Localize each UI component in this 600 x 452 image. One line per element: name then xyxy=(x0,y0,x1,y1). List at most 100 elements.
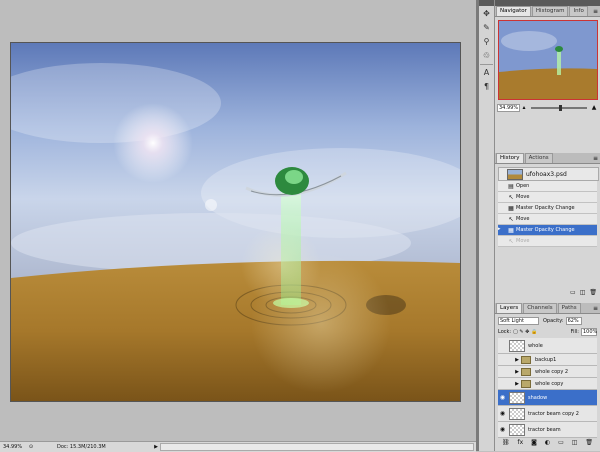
history-list: ▤ Open ↖ Move ▦ Master Opacity Change ↖ Move… xyxy=(498,181,597,247)
layer-name: whole copy xyxy=(535,380,564,387)
move-icon: ↖ xyxy=(508,237,514,245)
layer-name: shadow xyxy=(528,394,548,401)
layer-thumbnail xyxy=(509,391,525,404)
move-tool-icon[interactable]: ✥ xyxy=(481,8,492,19)
folder-icon[interactable]: ▭ xyxy=(558,439,564,449)
layers-footer: ⛓ fx ◙ ◐ ▭ ◫ 🗑 xyxy=(498,439,597,449)
history-panel: History Actions ≡ ufohoax3.psd ▤ Open ↖ Mo… xyxy=(495,153,600,301)
layers-panel: Layers Channels Paths ≡ Soft Light Opaci… xyxy=(495,303,600,451)
snapshot-label: ufohoax3.psd xyxy=(526,170,567,178)
lock-label: Lock: xyxy=(498,328,512,335)
opacity-label: Opacity: xyxy=(543,317,564,324)
navigator-thumbnail xyxy=(499,21,597,99)
tab-paths[interactable]: Paths xyxy=(557,303,581,313)
panel-menu-icon[interactable]: ≡ xyxy=(591,7,600,16)
history-snapshot[interactable]: ufohoax3.psd xyxy=(498,167,599,181)
document-workspace xyxy=(0,0,476,441)
layer-row[interactable]: ◉ tractor beam xyxy=(498,422,597,438)
history-state-marker-icon: ▸ xyxy=(498,226,501,232)
type-tool-icon[interactable]: A xyxy=(481,67,492,78)
zoom-out-icon[interactable]: ▴ xyxy=(520,104,528,111)
paragraph-icon[interactable]: ¶ xyxy=(481,81,492,92)
history-item[interactable]: ↖ Move xyxy=(498,236,597,247)
history-footer: ▭ ◫ 🗑 xyxy=(498,289,597,298)
zoom-slider[interactable] xyxy=(531,104,587,111)
tab-layers[interactable]: Layers xyxy=(496,303,523,313)
mask-icon[interactable]: ◙ xyxy=(531,439,537,449)
layer-row[interactable]: ◉ tractor beam copy 2 xyxy=(498,406,597,422)
tab-channels[interactable]: Channels xyxy=(523,303,557,313)
history-item[interactable]: ↖ Move xyxy=(498,214,597,225)
layer-row[interactable]: ◉ shadow xyxy=(498,390,597,406)
tab-history[interactable]: History xyxy=(496,153,524,163)
move-icon: ↖ xyxy=(508,193,514,201)
zoom-slider-knob[interactable] xyxy=(559,104,562,111)
fx-icon[interactable]: fx xyxy=(518,439,524,449)
panel-menu-icon[interactable]: ≡ xyxy=(591,304,600,313)
trash-icon[interactable]: 🗑 xyxy=(589,289,597,298)
brush-icon[interactable]: ✎ xyxy=(481,22,492,33)
layer-options: Soft Light Opacity: 62% xyxy=(498,316,597,325)
expand-arrow-icon[interactable]: ▶ xyxy=(513,381,521,387)
clone-stamp-icon[interactable]: ⚲ xyxy=(481,36,492,47)
navigator-tabs: Navigator Histogram Info ≡ xyxy=(495,6,600,17)
layer-list: whole ▶ backup1 ▶ whole copy 2 ▶ whole c… xyxy=(498,338,597,438)
layer-row[interactable]: whole xyxy=(498,338,597,354)
history-item[interactable]: ▸ ▦ Master Opacity Change xyxy=(498,225,597,236)
document-canvas[interactable] xyxy=(10,42,461,402)
history-item[interactable]: ↖ Move xyxy=(498,192,597,203)
tab-navigator[interactable]: Navigator xyxy=(496,6,531,16)
ufo-scene-image xyxy=(11,43,460,401)
dock-icon-strip: ✥ ✎ ⚲ ♲ A ¶ xyxy=(479,0,495,451)
history-brush-icon[interactable]: ♲ xyxy=(481,50,492,61)
link-icon[interactable]: ⛓ xyxy=(502,439,510,449)
new-document-icon[interactable]: ▭ xyxy=(570,289,576,298)
folder-icon xyxy=(521,367,531,376)
history-item[interactable]: ▦ Master Opacity Change xyxy=(498,203,597,214)
panel-menu-icon[interactable]: ≡ xyxy=(591,154,600,163)
expand-arrow-icon[interactable]: ▶ xyxy=(513,369,521,375)
navigator-preview[interactable] xyxy=(498,20,598,100)
eye-icon[interactable]: ◉ xyxy=(498,426,507,433)
navigator-zoom-bar: 34.99% ▴ ▲ xyxy=(497,103,598,112)
history-tabs: History Actions ≡ xyxy=(495,153,600,164)
expand-arrow-icon[interactable]: ▶ xyxy=(513,357,521,363)
fill-field[interactable]: 100% xyxy=(581,327,597,336)
status-zoom[interactable]: 34.99% xyxy=(0,444,25,450)
right-panels: Navigator Histogram Info ≡ 34.99% ▴ ▲ Hi… xyxy=(495,0,600,451)
layer-group-row[interactable]: ▶ backup1 xyxy=(498,354,597,366)
navigator-panel: Navigator Histogram Info ≡ 34.99% ▴ ▲ xyxy=(495,6,600,152)
history-item[interactable]: ▤ Open xyxy=(498,181,597,192)
tab-info[interactable]: Info xyxy=(569,6,588,16)
trash-icon[interactable]: 🗑 xyxy=(585,439,593,449)
status-menu-icon[interactable]: ⊙ xyxy=(25,444,37,450)
eye-icon[interactable]: ◉ xyxy=(498,410,507,417)
move-icon: ↖ xyxy=(508,215,514,223)
eye-icon[interactable]: ◉ xyxy=(498,394,507,401)
dock-header[interactable] xyxy=(479,0,494,6)
layer-group-row[interactable]: ▶ whole copy 2 xyxy=(498,366,597,378)
horizontal-scrollbar[interactable] xyxy=(160,443,474,451)
opacity-field[interactable]: 62% xyxy=(565,316,582,325)
layer-name: whole copy 2 xyxy=(535,368,569,375)
layer-name: tractor beam xyxy=(528,426,561,433)
navigator-zoom-value[interactable]: 34.99% xyxy=(497,103,520,112)
status-arrow-icon[interactable]: ▶ xyxy=(152,444,160,450)
layers-tabs: Layers Channels Paths ≡ xyxy=(495,303,600,314)
blend-mode-select[interactable]: Soft Light xyxy=(498,316,539,325)
layer-thumbnail xyxy=(509,339,525,352)
zoom-in-icon[interactable]: ▲ xyxy=(590,104,598,111)
tab-histogram[interactable]: Histogram xyxy=(531,6,569,16)
layer-group-row[interactable]: ▶ whole copy xyxy=(498,378,597,390)
open-icon: ▤ xyxy=(508,182,514,190)
layer-name: backup1 xyxy=(535,356,557,363)
new-snapshot-icon[interactable]: ◫ xyxy=(580,289,586,298)
folder-icon xyxy=(521,379,531,388)
dock-separator xyxy=(480,64,493,65)
new-layer-icon[interactable]: ◫ xyxy=(572,439,578,449)
adjustment-icon[interactable]: ◐ xyxy=(545,439,550,449)
lock-icons[interactable]: ▢ ✎ ✥ 🔒 xyxy=(513,329,537,335)
layer-thumbnail xyxy=(509,423,525,436)
tab-actions[interactable]: Actions xyxy=(524,153,553,163)
layer-name: tractor beam copy 2 xyxy=(528,410,579,417)
